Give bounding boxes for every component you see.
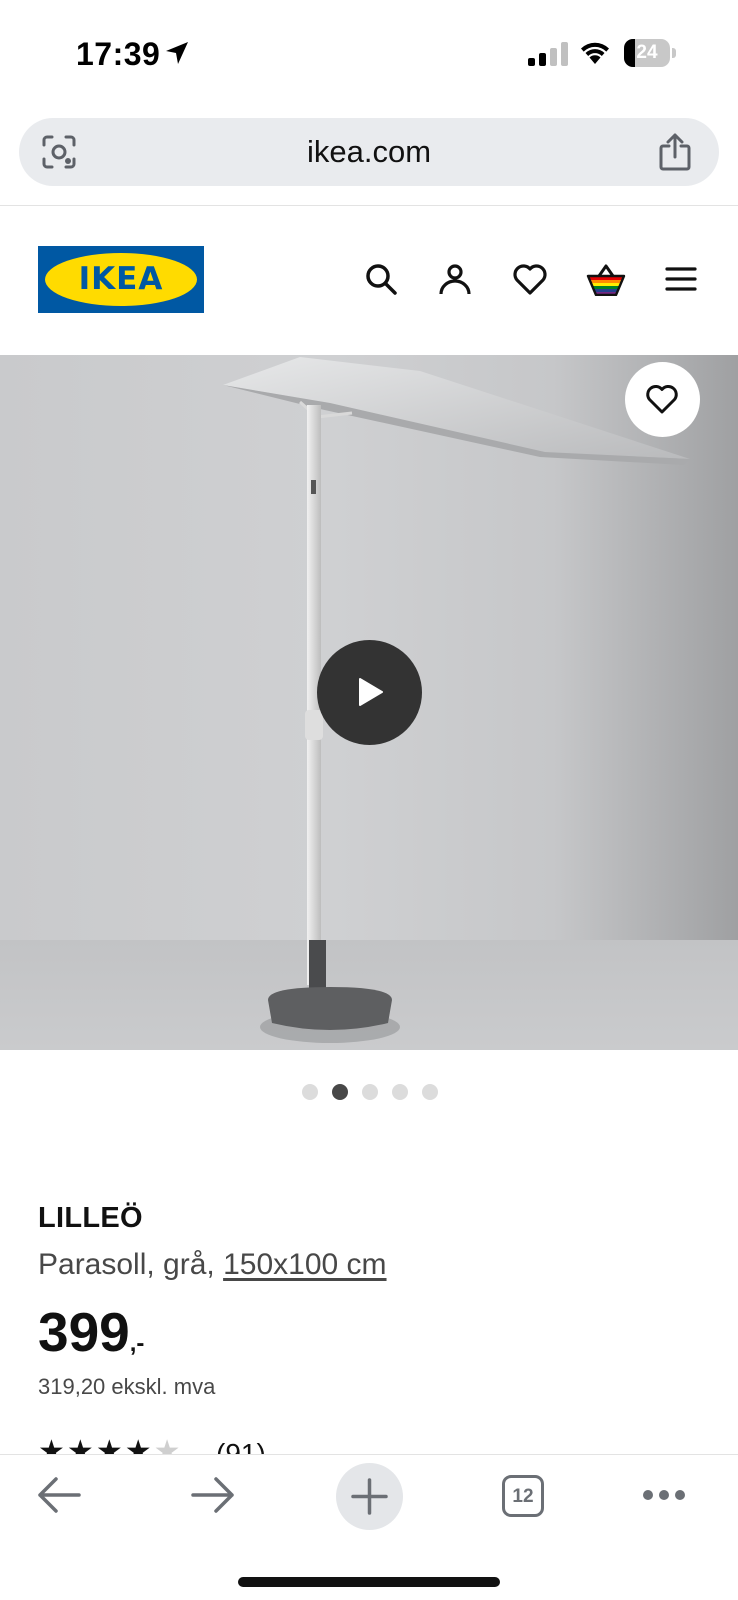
favourites-icon[interactable] [512,262,548,296]
star-filled-icon: ★ [95,1435,125,1455]
carousel-dot[interactable] [392,1084,408,1100]
product-media[interactable] [0,355,738,1050]
star-filled-icon: ★ [124,1435,154,1455]
back-arrow-icon[interactable] [36,1475,82,1515]
carousel-dot[interactable] [422,1084,438,1100]
address-url[interactable]: ikea.com [19,118,719,186]
tabs-icon[interactable]: 12 [502,1475,544,1517]
product-name: LILLEÖ [38,1202,143,1234]
address-bar[interactable]: ikea.com [19,118,719,186]
status-time: 17:39 [76,36,161,72]
new-tab-plus-icon [351,1478,388,1515]
share-icon[interactable] [657,132,693,172]
more-icon[interactable] [642,1489,686,1501]
product-description: Parasoll, grå, 150x100 cm [38,1248,387,1282]
product-size-link[interactable]: 150x100 cm [223,1248,386,1281]
battery-icon: 24 [624,39,676,67]
account-icon[interactable] [438,262,472,296]
browser-toolbar: 12 [0,1454,738,1600]
logo-text: IKEA [78,261,164,297]
status-bar: 17:39 24 [0,0,738,100]
search-icon[interactable] [364,262,398,296]
price-excl-vat: 319,20 ekskl. mva [38,1374,216,1399]
menu-icon[interactable] [664,262,698,296]
forward-arrow-icon[interactable] [190,1475,236,1515]
carousel-dots [302,1084,438,1100]
star-empty-icon: ★ [153,1435,183,1455]
price-suffix: ,- [129,1330,145,1357]
carousel-dot[interactable] [362,1084,378,1100]
cart-icon[interactable] [586,262,626,296]
price-value: 399 [38,1301,130,1363]
wifi-icon [581,42,609,64]
product-price: 399,- [38,1300,144,1364]
play-icon [359,678,383,706]
cellular-signal-icon [528,42,568,66]
star-filled-icon: ★ [66,1435,96,1455]
new-tab-button[interactable] [336,1463,403,1530]
carousel-dot[interactable] [332,1084,348,1100]
product-type: Parasoll, grå, [38,1248,215,1281]
browser-divider [0,205,738,206]
heart-icon [646,385,678,414]
ikea-logo[interactable]: IKEA [38,246,204,313]
rating-count: (91) [216,1438,266,1455]
play-video-button[interactable] [317,640,422,745]
star-filled-icon: ★ [38,1435,67,1455]
rating-stars: ★★★★★ [38,1435,183,1455]
add-to-favourites-button[interactable] [625,362,700,437]
carousel-dot[interactable] [302,1084,318,1100]
tabs-count: 12 [512,1486,534,1507]
battery-level: 24 [636,42,658,63]
product-rating[interactable]: ★★★★★ (91) [38,1435,298,1455]
home-indicator [238,1577,500,1587]
location-arrow-icon [166,42,188,64]
